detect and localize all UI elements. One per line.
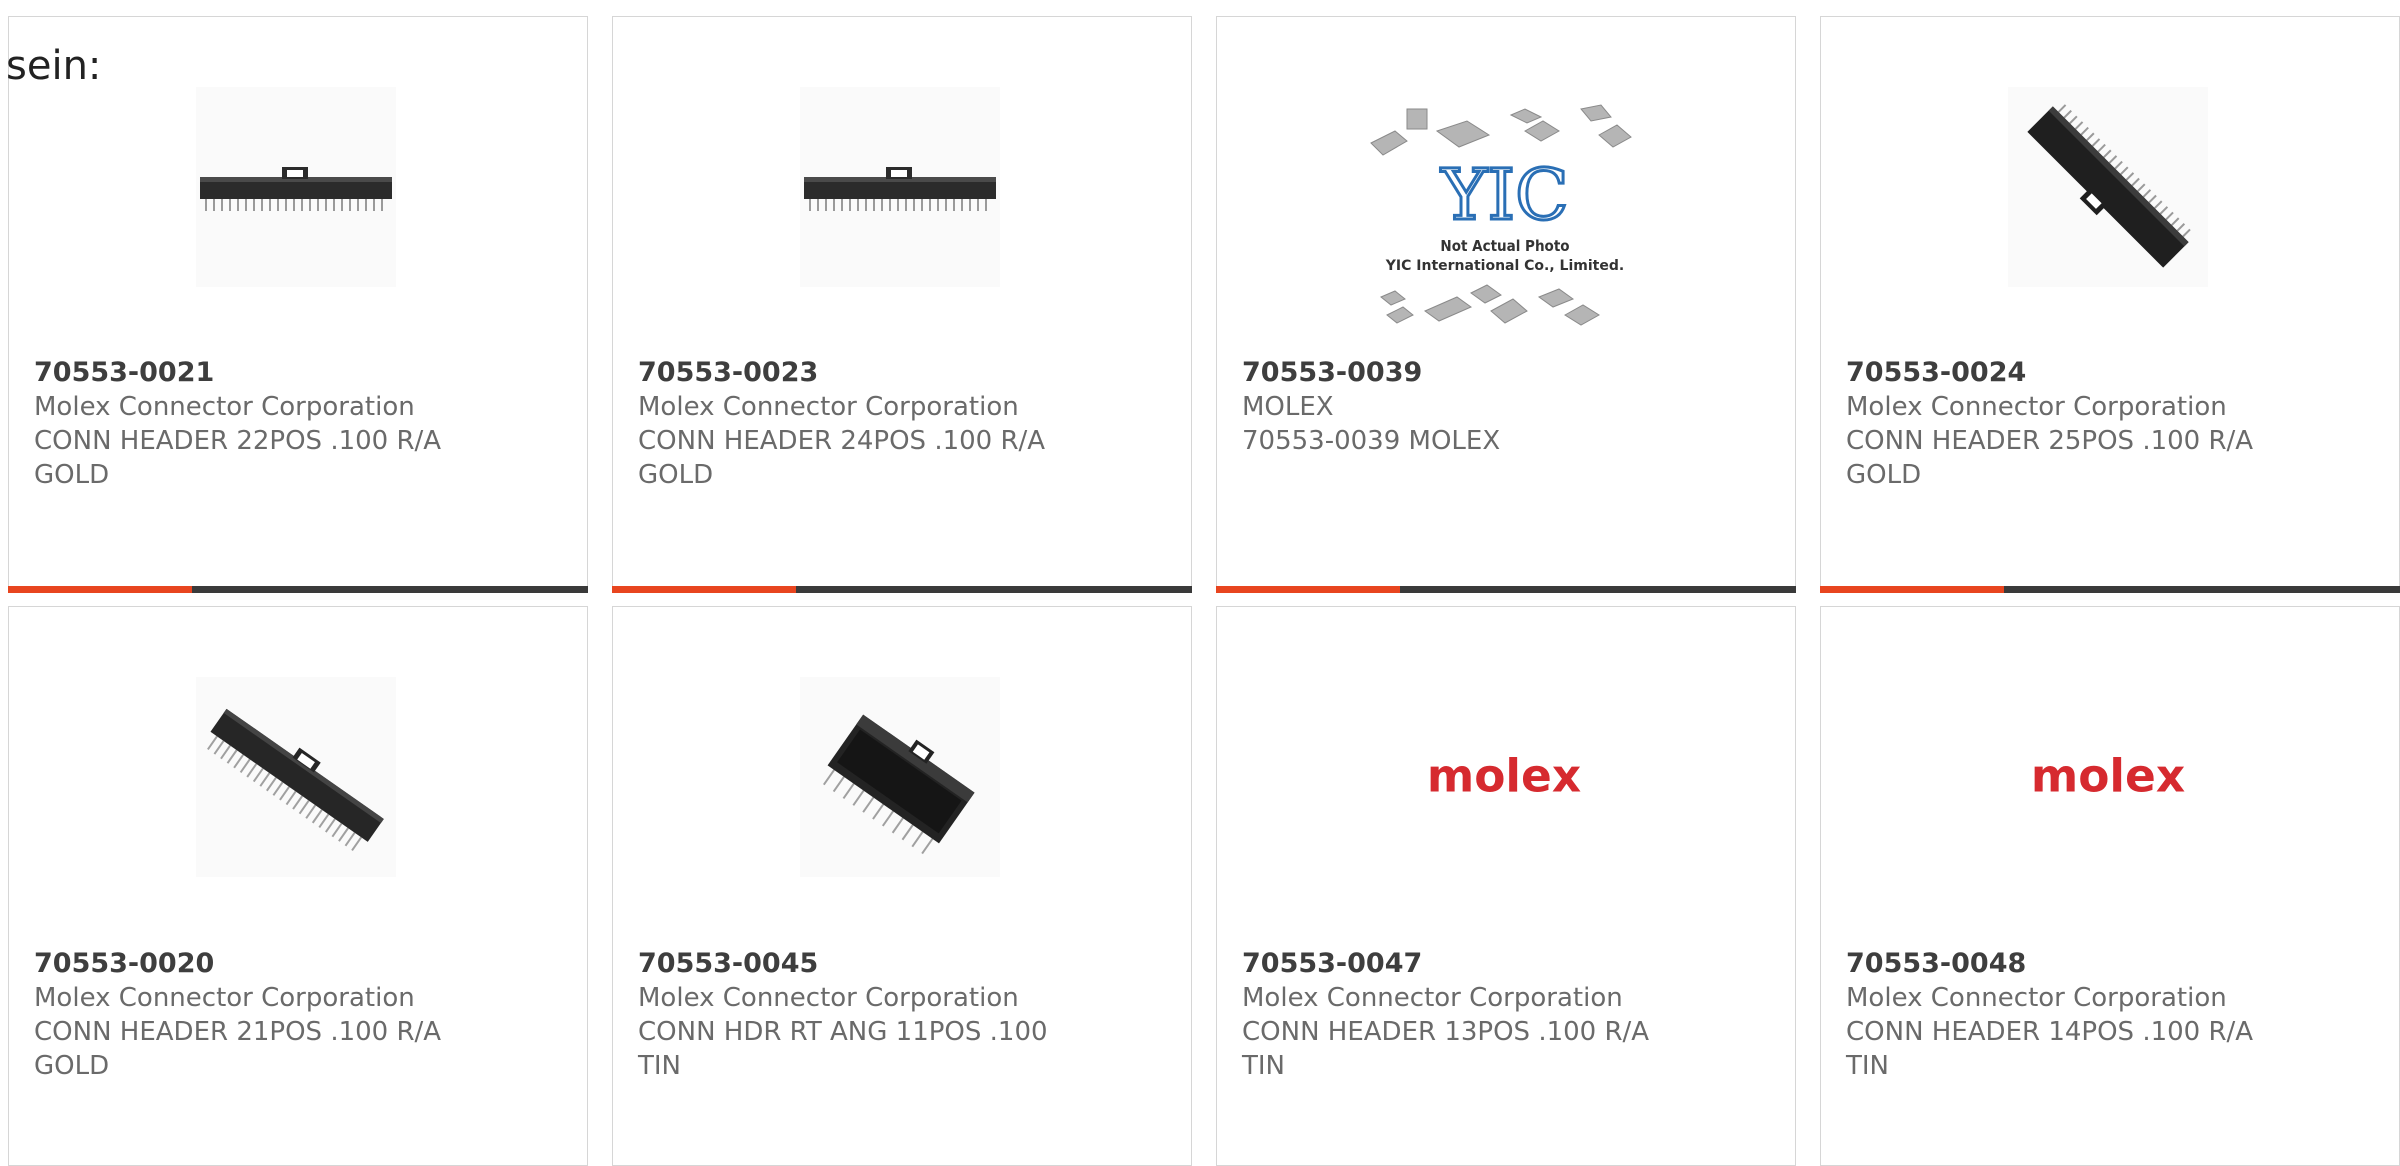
manufacturer: Molex Connector Corporation bbox=[638, 392, 1019, 422]
product-info: 70553-0048 Molex Connector Corporation C… bbox=[1846, 947, 2326, 1083]
product-info: 70553-0024 Molex Connector Corporation C… bbox=[1846, 356, 2326, 492]
product-image[interactable]: YIC Not Actual Photo YIC International C… bbox=[1367, 101, 1643, 341]
manufacturer: Molex Connector Corporation bbox=[34, 392, 415, 422]
molex-logo-text: molex bbox=[2031, 750, 2185, 803]
overlay-text: sein: bbox=[6, 43, 102, 89]
product-info: 70553-0047 Molex Connector Corporation C… bbox=[1242, 947, 1722, 1083]
card-accent-bar bbox=[612, 586, 796, 593]
part-number[interactable]: 70553-0047 bbox=[1242, 947, 1722, 981]
yic-logo: YIC bbox=[1440, 154, 1568, 236]
card-accent-bar bbox=[1820, 586, 2004, 593]
card-bottom-bar bbox=[1216, 586, 1796, 593]
product-image[interactable] bbox=[800, 677, 1000, 877]
description: CONN HEADER 21POS .100 R/A bbox=[34, 1017, 442, 1047]
product-info: 70553-0021 Molex Connector Corporation C… bbox=[34, 356, 514, 492]
card-bottom-bar bbox=[1820, 586, 2400, 593]
product-card[interactable]: 70553-0021 Molex Connector Corporation C… bbox=[8, 16, 588, 593]
product-card[interactable]: YIC Not Actual Photo YIC International C… bbox=[1216, 16, 1796, 593]
card-accent-bar bbox=[1216, 586, 1400, 593]
connector-horizontal-icon bbox=[200, 167, 392, 211]
product-info: 70553-0045 Molex Connector Corporation C… bbox=[638, 947, 1118, 1083]
product-card[interactable]: 70553-0020 Molex Connector Corporation C… bbox=[8, 606, 588, 1166]
product-image[interactable]: molex bbox=[1404, 677, 1604, 877]
not-actual-photo: Not Actual Photo bbox=[1440, 237, 1569, 255]
manufacturer: MOLEX bbox=[1242, 392, 1334, 422]
product-card[interactable]: molex 70553-0047 Molex Connector Corpora… bbox=[1216, 606, 1796, 1166]
yic-company: YIC International Co., Limited. bbox=[1385, 258, 1624, 274]
product-info: 70553-0039 MOLEX 70553-0039 MOLEX bbox=[1242, 356, 1722, 458]
product-image[interactable] bbox=[196, 677, 396, 877]
product-image[interactable] bbox=[800, 87, 1000, 287]
product-info: 70553-0023 Molex Connector Corporation C… bbox=[638, 356, 1118, 492]
chips-placeholder-icon: YIC Not Actual Photo YIC International C… bbox=[1370, 104, 1632, 326]
connector-block-icon bbox=[822, 714, 975, 855]
description-extra: TIN bbox=[638, 1051, 681, 1081]
description: CONN HEADER 25POS .100 R/A bbox=[1846, 426, 2254, 456]
description: CONN HEADER 13POS .100 R/A bbox=[1242, 1017, 1650, 1047]
connector-diagonal-icon bbox=[2027, 104, 2191, 268]
description: CONN HEADER 22POS .100 R/A bbox=[34, 426, 442, 456]
product-info: 70553-0020 Molex Connector Corporation C… bbox=[34, 947, 514, 1083]
product-image[interactable] bbox=[196, 87, 396, 287]
connector-horizontal-icon bbox=[804, 167, 996, 211]
description: CONN HEADER 14POS .100 R/A bbox=[1846, 1017, 2254, 1047]
molex-logo-text: molex bbox=[1427, 750, 1581, 803]
description-extra: GOLD bbox=[638, 460, 714, 490]
card-accent-bar bbox=[8, 586, 192, 593]
description-extra: GOLD bbox=[34, 460, 110, 490]
product-card[interactable]: molex 70553-0048 Molex Connector Corpora… bbox=[1820, 606, 2400, 1166]
manufacturer: Molex Connector Corporation bbox=[34, 983, 415, 1013]
part-number[interactable]: 70553-0039 bbox=[1242, 356, 1722, 390]
manufacturer: Molex Connector Corporation bbox=[1846, 983, 2227, 1013]
manufacturer: Molex Connector Corporation bbox=[638, 983, 1019, 1013]
part-number[interactable]: 70553-0023 bbox=[638, 356, 1118, 390]
part-number[interactable]: 70553-0021 bbox=[34, 356, 514, 390]
manufacturer: Molex Connector Corporation bbox=[1846, 392, 2227, 422]
card-bottom-bar bbox=[612, 586, 1192, 593]
product-image[interactable] bbox=[2008, 87, 2208, 287]
part-number[interactable]: 70553-0024 bbox=[1846, 356, 2326, 390]
description-extra: TIN bbox=[1846, 1051, 1889, 1081]
description-extra: TIN bbox=[1242, 1051, 1285, 1081]
product-card[interactable]: 70553-0045 Molex Connector Corporation C… bbox=[612, 606, 1192, 1166]
description-extra: GOLD bbox=[34, 1051, 110, 1081]
part-number[interactable]: 70553-0048 bbox=[1846, 947, 2326, 981]
product-image[interactable]: molex bbox=[2008, 677, 2208, 877]
description: 70553-0039 MOLEX bbox=[1242, 426, 1501, 456]
description-extra: GOLD bbox=[1846, 460, 1922, 490]
product-grid: 70553-0021 Molex Connector Corporation C… bbox=[0, 0, 2400, 1166]
description: CONN HDR RT ANG 11POS .100 bbox=[638, 1017, 1048, 1047]
product-card[interactable]: 70553-0023 Molex Connector Corporation C… bbox=[612, 16, 1192, 593]
description: CONN HEADER 24POS .100 R/A bbox=[638, 426, 1046, 456]
product-card[interactable]: 70553-0024 Molex Connector Corporation C… bbox=[1820, 16, 2400, 593]
card-bottom-bar bbox=[8, 586, 588, 593]
molex-logo-icon: molex bbox=[2031, 750, 2185, 803]
manufacturer: Molex Connector Corporation bbox=[1242, 983, 1623, 1013]
part-number[interactable]: 70553-0020 bbox=[34, 947, 514, 981]
connector-diagonal-pins-icon bbox=[207, 708, 384, 851]
part-number[interactable]: 70553-0045 bbox=[638, 947, 1118, 981]
molex-logo-icon: molex bbox=[1427, 750, 1581, 803]
